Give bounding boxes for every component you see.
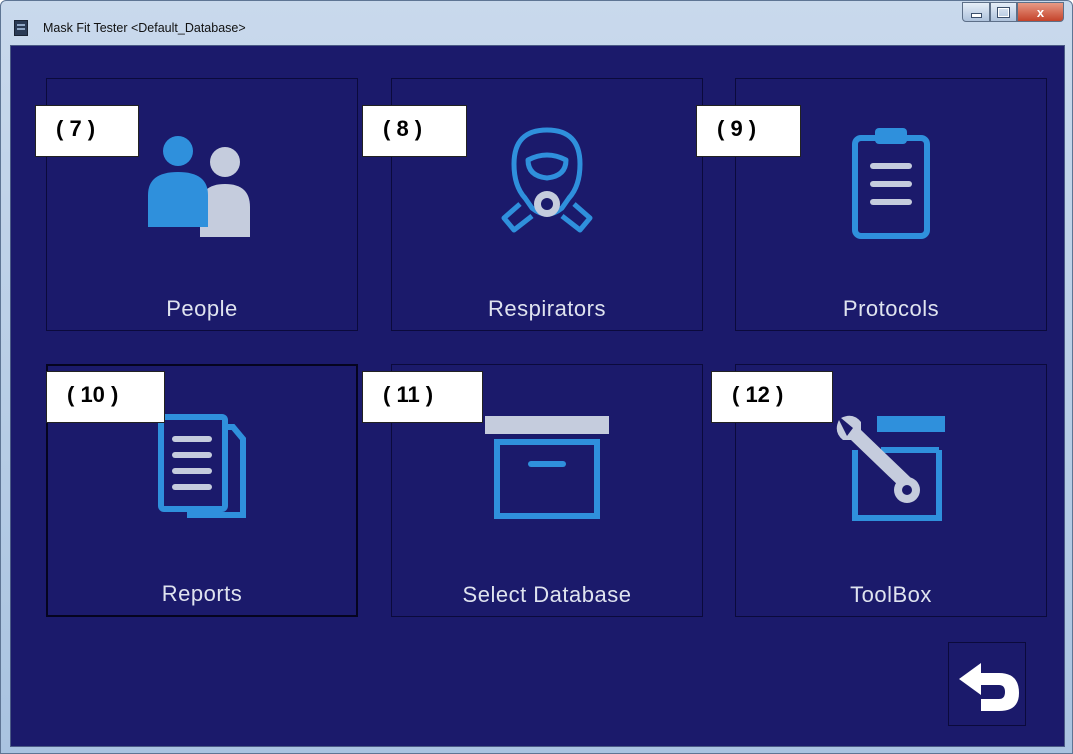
- title-bar[interactable]: Mask Fit Tester <Default_Database> x: [1, 1, 1072, 45]
- callout-12: ( 12 ): [711, 371, 833, 423]
- clipboard-icon: [852, 128, 930, 239]
- tile-label-toolbox: ToolBox: [850, 582, 932, 607]
- maximize-icon: [997, 6, 1010, 18]
- tile-label-reports: Reports: [161, 581, 243, 606]
- back-arrow-icon: [959, 663, 1019, 711]
- tile-label-respirators: Respirators: [488, 296, 606, 321]
- toolbox-wrench-icon: [836, 415, 945, 521]
- callout-11: ( 11 ): [362, 371, 483, 423]
- minimize-icon: [970, 13, 982, 18]
- tile-label-select-database: Select Database: [462, 582, 632, 607]
- callout-9: ( 9 ): [696, 105, 801, 157]
- people-icon: [148, 136, 250, 237]
- maximize-button[interactable]: [990, 2, 1017, 22]
- archive-box-icon: [485, 416, 609, 519]
- callout-7: ( 7 ): [35, 105, 139, 157]
- documents-icon: [158, 414, 246, 518]
- app-icon: [14, 20, 28, 36]
- callout-8: ( 8 ): [362, 105, 467, 157]
- app-window: Mask Fit Tester <Default_Database> x Peo…: [0, 0, 1073, 754]
- minimize-button[interactable]: [962, 2, 990, 22]
- close-button[interactable]: x: [1017, 2, 1064, 22]
- back-button[interactable]: [948, 642, 1026, 726]
- window-title: Mask Fit Tester <Default_Database>: [43, 21, 246, 35]
- callout-10: ( 10 ): [46, 371, 165, 423]
- window-controls: x: [962, 2, 1064, 22]
- tile-label-protocols: Protocols: [842, 296, 940, 321]
- main-panel: People Respirators Protocols Reports Sel…: [10, 45, 1065, 747]
- tile-label-people: People: [166, 296, 238, 321]
- respirator-mask-icon: [501, 127, 593, 233]
- close-icon: x: [1036, 4, 1045, 20]
